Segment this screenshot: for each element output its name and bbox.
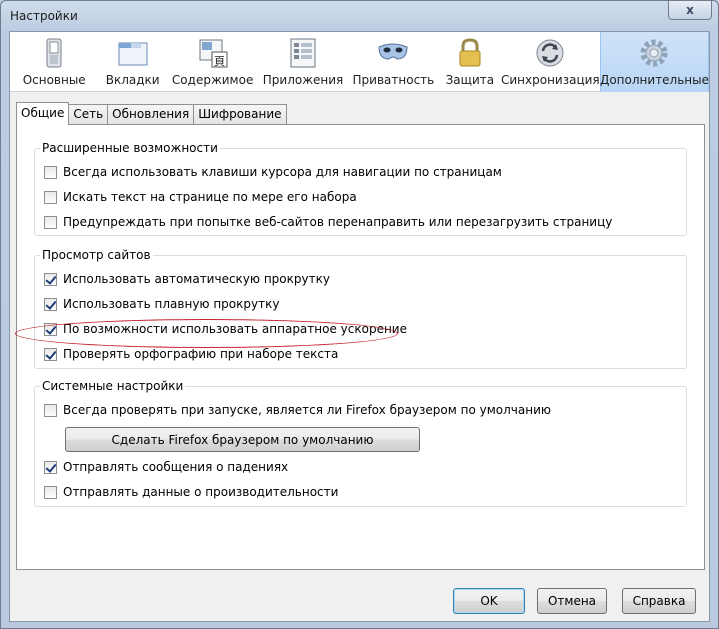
check-label: Всегда проверять при запуске, является л…: [63, 403, 551, 417]
check-label: Использовать плавную прокрутку: [63, 297, 280, 311]
dialog-client: Основные Вкладки 頁 Содержимое Приложения…: [9, 31, 710, 622]
tab-updates[interactable]: Обновления: [107, 104, 195, 125]
check-row-autoscroll[interactable]: Использовать автоматическую прокрутку: [44, 272, 330, 286]
cancel-button[interactable]: Отмена: [537, 588, 607, 614]
help-button[interactable]: Справка: [622, 588, 696, 614]
pane-label: Вкладки: [105, 73, 160, 87]
pane-label: Приватность: [352, 73, 435, 87]
check-label: По возможности использовать аппаратное у…: [63, 322, 407, 336]
check-row-find-as-you-type[interactable]: Искать текст на странице по мере его наб…: [44, 190, 357, 204]
check-label: Отправлять данные о производительности: [63, 485, 339, 499]
crash-reports-checkbox[interactable]: [44, 460, 57, 474]
tab-network[interactable]: Сеть: [68, 104, 109, 125]
title-bar[interactable]: Настройки x: [1, 1, 718, 31]
sync-icon: [536, 39, 564, 67]
pane-advanced[interactable]: Дополнительные: [600, 32, 709, 92]
check-label: Использовать автоматическую прокрутку: [63, 272, 330, 286]
tab-encryption[interactable]: Шифрование: [193, 104, 287, 125]
pane-label: Содержимое: [171, 73, 254, 87]
find-as-you-type-checkbox[interactable]: [44, 190, 57, 204]
pane-label: Приложения: [262, 73, 344, 87]
padlock-icon: [459, 38, 481, 67]
switch-icon: [46, 38, 62, 68]
pane-label: Защита: [445, 73, 495, 87]
group-title: Расширенные возможности: [40, 141, 220, 155]
check-label: Проверять орфографию при наборе текста: [63, 347, 339, 361]
check-row-caret-browsing[interactable]: Всегда использовать клавиши курсора для …: [44, 165, 502, 179]
check-row-crash-reports[interactable]: Отправлять сообщения о падениях: [44, 460, 288, 474]
pane-security[interactable]: Защита: [439, 32, 501, 92]
check-row-smooth-scroll[interactable]: Использовать плавную прокрутку: [44, 297, 279, 311]
window-title: Настройки: [10, 9, 78, 23]
pane-label: Синхронизация: [500, 73, 600, 87]
tab-panel-general: Расширенные возможности Всегда использов…: [15, 124, 705, 570]
smooth-scroll-checkbox[interactable]: [44, 297, 57, 311]
content-icon: 頁: [199, 39, 228, 68]
tab-strip: Общие Сеть Обновления Шифрование: [16, 102, 287, 125]
pane-sync[interactable]: Синхронизация: [501, 32, 600, 92]
check-row-spellcheck[interactable]: Проверять орфографию при наборе текста: [44, 347, 338, 361]
performance-data-checkbox[interactable]: [44, 485, 57, 499]
pane-toolbar: Основные Вкладки 頁 Содержимое Приложения…: [10, 32, 709, 92]
check-label: Всегда использовать клавиши курсора для …: [63, 165, 502, 179]
check-row-warn-redirect[interactable]: Предупреждать при попытке веб-сайтов пер…: [44, 215, 612, 229]
check-label: Отправлять сообщения о падениях: [63, 460, 289, 474]
make-default-button[interactable]: Сделать Firefox браузером по умолчанию: [65, 427, 420, 452]
applications-icon: [290, 38, 316, 68]
check-row-performance-data[interactable]: Отправлять данные о производительности: [44, 485, 338, 499]
pane-content[interactable]: 頁 Содержимое: [167, 32, 258, 92]
close-button[interactable]: x: [668, 1, 712, 20]
warn-redirect-checkbox[interactable]: [44, 215, 57, 229]
close-icon: x: [686, 3, 694, 17]
pane-tabs[interactable]: Вкладки: [98, 32, 167, 92]
settings-window: Настройки x Основные Вкладки 頁 Содержимо…: [0, 0, 719, 629]
gear-icon: [640, 39, 668, 67]
autoscroll-checkbox[interactable]: [44, 272, 57, 286]
pane-general[interactable]: Основные: [10, 32, 98, 92]
tabs-window-icon: [118, 42, 148, 66]
caret-browsing-checkbox[interactable]: [44, 165, 57, 179]
check-row-hardware-acceleration[interactable]: По возможности использовать аппаратное у…: [44, 322, 407, 336]
pane-applications[interactable]: Приложения: [258, 32, 347, 92]
tab-general[interactable]: Общие: [16, 102, 70, 125]
pane-label: Дополнительные: [599, 73, 710, 87]
spellcheck-checkbox[interactable]: [44, 347, 57, 361]
svg-text:頁: 頁: [214, 55, 225, 68]
group-title: Системные настройки: [40, 379, 186, 393]
check-label: Предупреждать при попытке веб-сайтов пер…: [63, 215, 613, 229]
pane-label: Основные: [22, 73, 86, 87]
pane-privacy[interactable]: Приватность: [348, 32, 439, 92]
check-label: Искать текст на странице по мере его наб…: [63, 190, 357, 204]
default-browser-checkbox[interactable]: [44, 403, 57, 417]
mask-icon: [378, 43, 408, 60]
ok-button[interactable]: OK: [453, 588, 525, 614]
check-row-default-browser[interactable]: Всегда проверять при запуске, является л…: [44, 403, 551, 417]
hardware-acceleration-checkbox[interactable]: [44, 322, 57, 336]
group-title: Просмотр сайтов: [40, 248, 153, 262]
